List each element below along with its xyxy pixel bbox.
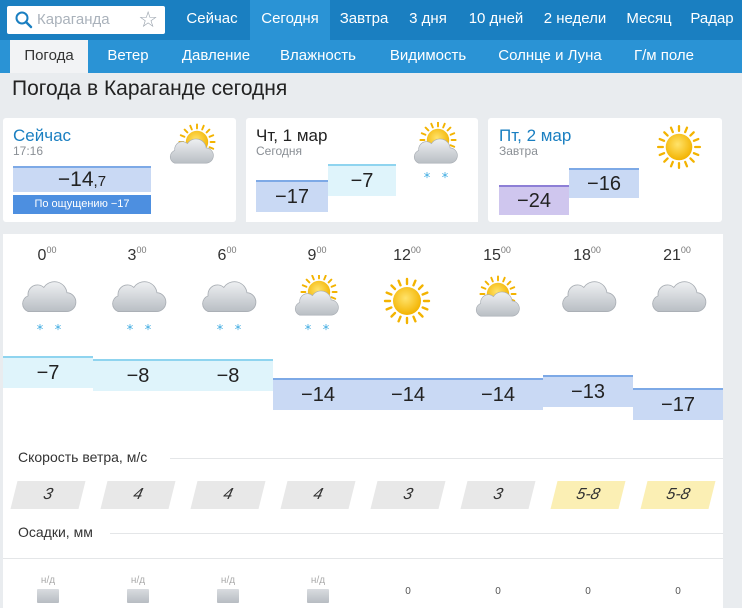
wind-value: 4 <box>190 481 266 509</box>
wind-value: 3 <box>10 481 86 509</box>
hour-label: 600 <box>217 245 237 264</box>
feels-like-badge: По ощущению −17 <box>13 195 151 214</box>
now-time: 17:16 <box>13 144 44 158</box>
sun-icon <box>383 277 431 325</box>
sun-cloud-icon <box>169 123 216 164</box>
precipitation-label: Осадки, мм <box>18 524 93 540</box>
precip-value: н/д <box>310 575 326 586</box>
today-label: Чт, 1 мар <box>256 126 328 145</box>
divider <box>110 533 723 534</box>
search-placeholder: Караганда <box>37 11 110 28</box>
search-icon <box>15 11 33 29</box>
tab-3-days[interactable]: 3 дня <box>398 0 458 40</box>
now-temp-dec: ,7 <box>93 173 107 190</box>
today-card[interactable]: Чт, 1 мар Сегодня −17 −7 <box>246 118 478 222</box>
wind-value: 5-8 <box>640 481 716 509</box>
cloud-snow-icon <box>112 281 167 337</box>
precip-bar <box>217 589 239 603</box>
star-icon[interactable]: ☆ <box>138 7 158 33</box>
hour-temp: −7 <box>3 356 93 388</box>
sun-cloud-icon <box>475 275 520 317</box>
precip-value: н/д <box>220 575 236 586</box>
wind-value: 3 <box>460 481 536 509</box>
wind-value: 5-8 <box>550 481 626 509</box>
hour-temp: −14 <box>453 378 543 411</box>
today-low-temp: −17 <box>256 180 328 212</box>
subtab-geomagnetic[interactable]: Г/м поле <box>620 40 708 73</box>
cloud-snow-icon <box>22 281 77 337</box>
tomorrow-label: Пт, 2 мар <box>499 126 572 145</box>
hour-temp: −14 <box>273 378 363 411</box>
search-input[interactable]: Караганда ☆ <box>7 6 165 34</box>
tab-radar[interactable]: Радар <box>682 0 742 40</box>
now-temperature: −14,7 <box>13 166 151 192</box>
precip-bar <box>307 589 329 603</box>
hour-label: 1500 <box>483 245 511 264</box>
precip-value: 0 <box>495 586 501 597</box>
sun-icon <box>656 124 702 170</box>
today-high-temp: −7 <box>328 164 396 196</box>
cloud-snow-icon <box>202 281 257 337</box>
precip-value: н/д <box>40 575 56 586</box>
subtab-visibility[interactable]: Видимость <box>376 40 480 73</box>
sub-nav: Погода Ветер Давление Влажность Видимост… <box>0 40 742 73</box>
divider <box>170 458 723 459</box>
sun-cloud-snow-icon <box>294 275 339 337</box>
hour-label: 900 <box>307 245 327 264</box>
hour-temp: −8 <box>93 359 183 392</box>
page-title: Погода в Караганде сегодня <box>12 77 288 100</box>
cloud-icon <box>562 281 617 313</box>
hour-temp: −8 <box>183 359 273 392</box>
wind-value: 4 <box>100 481 176 509</box>
subtab-wind[interactable]: Ветер <box>94 40 162 73</box>
tomorrow-high-temp: −16 <box>569 168 639 198</box>
cloud-icon <box>652 281 707 313</box>
subtab-weather[interactable]: Погода <box>10 40 88 73</box>
subtab-pressure[interactable]: Давление <box>170 40 262 73</box>
hour-temp: −17 <box>633 388 723 420</box>
tab-tomorrow[interactable]: Завтра <box>330 0 398 40</box>
today-sub: Сегодня <box>256 144 302 158</box>
tab-2-weeks[interactable]: 2 недели <box>534 0 616 40</box>
tab-month[interactable]: Месяц <box>616 0 682 40</box>
precip-value: 0 <box>585 586 591 597</box>
precip-value: н/д <box>130 575 146 586</box>
precip-bar <box>37 589 59 603</box>
now-card[interactable]: Сейчас 17:16 −14,7 По ощущению −17 <box>3 118 236 222</box>
wind-speed-label: Скорость ветра, м/с <box>18 449 148 465</box>
wind-value: 3 <box>370 481 446 509</box>
hour-label: 000 <box>37 245 57 264</box>
tab-10-days[interactable]: 10 дней <box>458 0 534 40</box>
tomorrow-low-temp: −24 <box>499 185 569 215</box>
wind-value: 4 <box>280 481 356 509</box>
subtab-humidity[interactable]: Влажность <box>270 40 366 73</box>
hour-label: 300 <box>127 245 147 264</box>
now-label: Сейчас <box>13 126 72 145</box>
precip-value: 0 <box>675 586 681 597</box>
tomorrow-card[interactable]: Пт, 2 мар Завтра −24 −16 <box>488 118 722 222</box>
sun-cloud-snow-icon <box>413 122 458 184</box>
tab-now[interactable]: Сейчас <box>174 0 250 40</box>
hour-label: 1800 <box>573 245 601 264</box>
top-nav: Караганда ☆ Сейчас Сегодня Завтра 3 дня … <box>0 0 742 40</box>
precip-value: 0 <box>405 586 411 597</box>
tab-today[interactable]: Сегодня <box>250 0 330 40</box>
hour-temp: −14 <box>363 378 453 411</box>
tomorrow-sub: Завтра <box>499 144 538 158</box>
hour-temp: −13 <box>543 375 633 408</box>
subtab-sun-moon[interactable]: Солнце и Луна <box>488 40 612 73</box>
hour-label: 1200 <box>393 245 421 264</box>
divider <box>3 558 723 559</box>
precip-bar <box>127 589 149 603</box>
hour-label: 2100 <box>663 245 691 264</box>
now-temp-int: −14 <box>57 168 94 191</box>
